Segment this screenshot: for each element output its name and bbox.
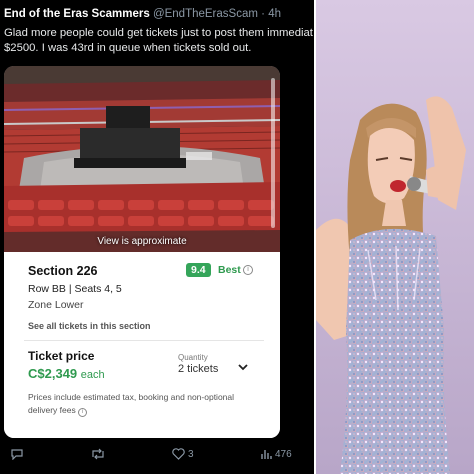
view-approximate-note: View is approximate: [97, 236, 187, 247]
price-unit: each: [80, 369, 105, 381]
performer-singing-photo: [316, 0, 474, 474]
row-seats: Row BB | Seats 4, 5: [28, 283, 122, 295]
tweet-author[interactable]: End of the Eras Scammers: [4, 8, 150, 20]
zone-label: Zone Lower: [28, 299, 84, 311]
tweet-text-line1: Glad more people could get tickets just …: [4, 27, 313, 39]
divider: [24, 340, 264, 341]
chevron-down-icon[interactable]: [236, 360, 250, 374]
ticket-details: Section 226 9.4 Best i Row BB | Seats 4,…: [4, 252, 280, 438]
price-disclaimer: Prices include estimated tax, booking an…: [28, 391, 243, 417]
retweet-button[interactable]: [90, 448, 106, 460]
view-count: 476: [275, 448, 292, 460]
tweet-time[interactable]: 4h: [268, 8, 281, 20]
tweet-separator: ·: [261, 8, 265, 20]
ticket-listing-card[interactable]: View is approximate Section 226 9.4 Best…: [4, 66, 280, 438]
arena-view-image: [4, 66, 280, 252]
quantity-select[interactable]: 2 tickets: [178, 363, 218, 375]
heart-icon: [172, 448, 185, 460]
tweet-panel: End of the Eras Scammers @EndTheErasScam…: [0, 0, 314, 474]
best-label: Best: [218, 264, 241, 276]
like-button[interactable]: 3: [172, 448, 194, 460]
card-scrollbar[interactable]: [271, 78, 275, 228]
views-chart-icon: [261, 450, 272, 459]
score-badge: 9.4: [186, 263, 211, 277]
retweet-icon: [92, 448, 104, 460]
see-all-tickets-link[interactable]: See all tickets in this section: [28, 321, 151, 331]
quantity-label: Quantity: [178, 353, 208, 362]
like-count: 3: [188, 448, 194, 460]
tweet-header: End of the Eras Scammers @EndTheErasScam…: [4, 8, 281, 20]
info-icon[interactable]: i: [243, 265, 253, 275]
tweet-text-line2: $2500. I was 43rd in queue when tickets …: [4, 42, 252, 54]
views-button[interactable]: 476: [260, 448, 292, 460]
price-value: C$2,349: [28, 366, 78, 381]
tweet-text: Glad more people could get tickets just …: [4, 26, 314, 56]
disclaimer-text: Prices include estimated tax, booking an…: [28, 392, 235, 415]
disclaimer-info-icon[interactable]: i: [78, 408, 88, 417]
ticket-price: C$2,349 each: [28, 366, 105, 381]
ticket-price-label: Ticket price: [28, 349, 95, 363]
tweet-handle[interactable]: @EndTheErasScam: [153, 8, 258, 20]
tweet-actions: 3 476: [0, 444, 314, 466]
section-title: Section 226: [28, 264, 98, 278]
reply-button[interactable]: [10, 448, 24, 460]
reply-icon: [11, 449, 23, 460]
performer-photo: [316, 0, 474, 474]
